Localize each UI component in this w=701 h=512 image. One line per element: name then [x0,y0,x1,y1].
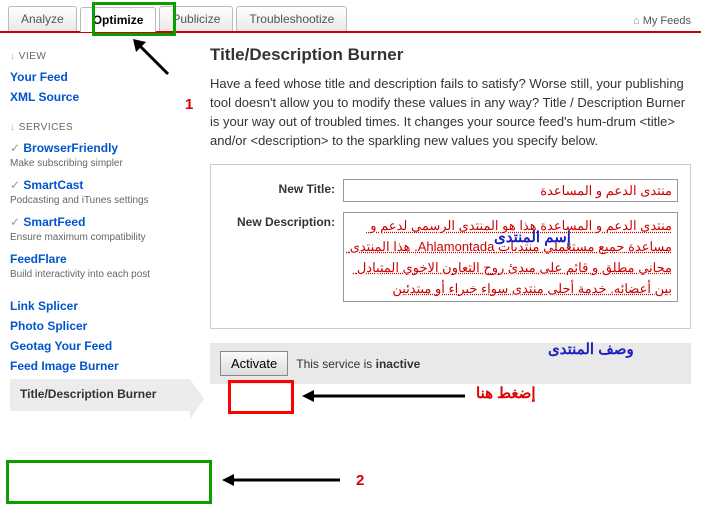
sidebar-item-label: FeedFlare [10,252,190,266]
annotation-number-2: 2 [356,472,364,489]
sidebar-link-splicer[interactable]: Link Splicer [10,299,190,313]
annotation-box-tdb [6,460,212,504]
tab-troubleshootize[interactable]: Troubleshootize [236,6,347,31]
services-header: SERVICES [10,122,190,133]
form-panel: New Title: New Description: منتدى الدعم … [210,164,691,329]
new-title-label: New Title: [223,179,343,202]
sidebar-xml-source[interactable]: XML Source [10,90,190,104]
activate-button[interactable]: Activate [220,351,288,376]
service-status: This service is inactive [296,357,420,371]
tab-analyze[interactable]: Analyze [8,6,77,31]
sidebar-item-browserfriendly[interactable]: BrowserFriendly Make subscribing simpler [10,141,190,170]
sidebar-item-smartfeed[interactable]: SmartFeed Ensure maximum compatibility [10,215,190,244]
annotation-arrow-2 [220,470,350,490]
sidebar-item-label: BrowserFriendly [10,141,190,155]
status-bar: Activate This service is inactive [210,343,691,384]
sidebar-item-sub: Make subscribing simpler [10,157,190,170]
sidebar-photo-splicer[interactable]: Photo Splicer [10,319,190,333]
sidebar-item-sub: Build interactivity into each post [10,268,190,281]
sidebar-item-smartcast[interactable]: SmartCast Podcasting and iTunes settings [10,178,190,207]
sidebar-title-description-burner[interactable]: Title/Description Burner [10,379,190,411]
page-title: Title/Description Burner [210,45,691,65]
sidebar-item-label: SmartFeed [10,215,190,229]
tab-optimize[interactable]: Optimize [80,7,157,32]
sidebar-item-label: SmartCast [10,178,190,192]
sidebar-geotag[interactable]: Geotag Your Feed [10,339,190,353]
new-title-input[interactable] [343,179,678,202]
new-description-textarea[interactable]: منتدى الدعم و المساعدة هذا هو المنتدى ال… [343,212,678,302]
tab-publicize[interactable]: Publicize [159,6,233,31]
my-feeds-link[interactable]: My Feeds [633,15,691,31]
view-header: VIEW [10,51,190,62]
page-description: Have a feed whose title and description … [210,75,691,150]
sidebar-feed-image-burner[interactable]: Feed Image Burner [10,359,190,373]
sidebar-item-sub: Ensure maximum compatibility [10,231,190,244]
new-description-label: New Description: [223,212,343,302]
sidebar-your-feed[interactable]: Your Feed [10,70,190,84]
sidebar-item-feedflare[interactable]: FeedFlare Build interactivity into each … [10,252,190,281]
sidebar-item-sub: Podcasting and iTunes settings [10,194,190,207]
